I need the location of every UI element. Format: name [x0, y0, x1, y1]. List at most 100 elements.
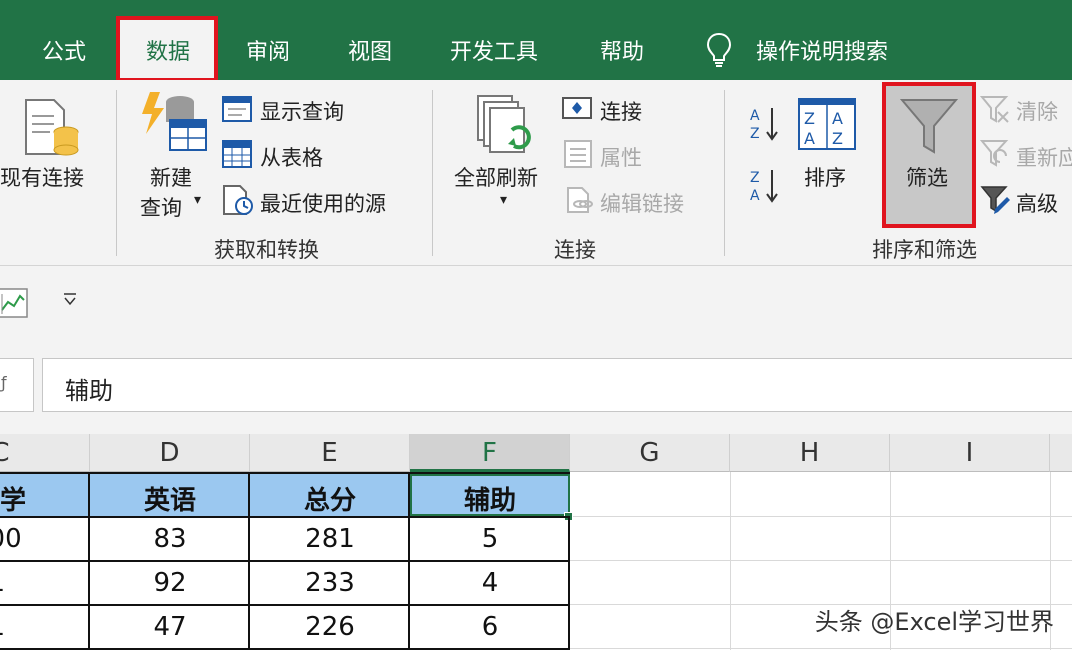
gridline [730, 472, 731, 650]
table-cell[interactable]: 81 [0, 564, 90, 604]
svg-text:Z: Z [832, 129, 843, 148]
lightbulb-icon [706, 32, 732, 67]
sort-descending-icon[interactable]: Z A [748, 166, 782, 204]
refresh-all-icon[interactable] [474, 92, 538, 160]
svg-text:A: A [804, 129, 815, 148]
column-header-f[interactable]: F [410, 434, 570, 472]
table-cell[interactable]: 92 [90, 564, 250, 604]
table-cell[interactable]: 226 [250, 608, 410, 648]
table-cell[interactable]: 100 [0, 520, 90, 560]
tell-me-search[interactable]: 操作说明搜索 [756, 34, 888, 66]
gridline [570, 560, 1072, 561]
column-header-e[interactable]: E [250, 434, 410, 472]
table-header-english[interactable]: 英语 [90, 474, 250, 516]
new-query-label-2[interactable]: 查询 [140, 192, 182, 222]
table-border [0, 560, 570, 562]
column-header-next[interactable] [1050, 434, 1072, 472]
table-cell[interactable]: 81 [0, 608, 90, 648]
new-query-label-1[interactable]: 新建 [150, 162, 192, 192]
filter-highlight-box [882, 82, 976, 228]
table-header-math[interactable]: 数学 [0, 474, 90, 516]
table-header-helper-selected[interactable]: 辅助 [410, 474, 570, 516]
svg-text:A: A [750, 188, 760, 204]
group-label-get-transform: 获取和转换 [214, 238, 319, 262]
column-header-d[interactable]: D [90, 434, 250, 472]
header-text: 数学 [0, 486, 27, 516]
column-letter: C [0, 438, 10, 468]
group-separator [432, 90, 433, 256]
from-table-button[interactable]: 从表格 [260, 142, 323, 172]
new-query-icon[interactable] [140, 90, 210, 154]
connections-button[interactable]: 连接 [600, 96, 642, 126]
table-border [0, 472, 570, 474]
sort-dialog-icon[interactable]: Z A A Z [798, 98, 856, 150]
tab-developer[interactable]: 开发工具 [450, 34, 538, 66]
customize-dropdown-icon[interactable] [62, 292, 78, 306]
gridline [570, 516, 1072, 517]
table-border [0, 516, 570, 518]
svg-text:Z: Z [804, 109, 815, 128]
existing-connections-icon[interactable] [20, 96, 84, 160]
existing-connections-button[interactable]: 现有连接 [0, 162, 84, 192]
table-cell[interactable]: 5 [410, 520, 570, 560]
reapply-icon [980, 140, 1009, 167]
gridline [570, 648, 1072, 649]
formula-bar-area: ƒ 辅助 [0, 344, 1072, 434]
sort-button[interactable]: 排序 [804, 162, 846, 192]
svg-text:A: A [750, 108, 760, 124]
table-border [0, 604, 570, 606]
column-header-g[interactable]: G [570, 434, 730, 472]
table-cell[interactable]: 281 [250, 520, 410, 560]
chevron-down-icon[interactable]: ▾ [500, 192, 507, 208]
group-separator [724, 90, 725, 256]
table-border [88, 472, 90, 650]
chart-thumbnail-icon[interactable] [0, 288, 28, 318]
properties-icon [564, 140, 592, 168]
fx-icon[interactable]: ƒ [1, 373, 7, 392]
table-cell[interactable]: 233 [250, 564, 410, 604]
column-header-c[interactable]: C [0, 434, 90, 472]
table-border [568, 516, 570, 650]
show-queries-button[interactable]: 显示查询 [260, 96, 344, 126]
chevron-down-icon[interactable]: ▾ [194, 192, 201, 208]
table-header-total[interactable]: 总分 [250, 474, 410, 516]
group-separator [116, 90, 117, 256]
clear-filter-icon [980, 96, 1009, 123]
refresh-all-button[interactable]: 全部刷新 [454, 162, 538, 192]
formula-input[interactable]: 辅助 [42, 358, 1072, 412]
show-queries-icon[interactable] [222, 96, 252, 122]
advanced-button[interactable]: 高级 [1016, 188, 1058, 218]
column-header-i[interactable]: I [890, 434, 1050, 472]
sort-ascending-icon[interactable]: A Z [748, 104, 782, 142]
tab-view[interactable]: 视图 [348, 34, 392, 66]
group-label-sort-filter: 排序和筛选 [872, 238, 977, 262]
cell-text: 81 [0, 612, 5, 642]
connections-icon[interactable] [562, 96, 592, 122]
recent-sources-button[interactable]: 最近使用的源 [260, 188, 386, 218]
cell-text: 81 [0, 568, 5, 598]
svg-text:Z: Z [750, 126, 760, 142]
table-cell[interactable]: 4 [410, 564, 570, 604]
group-label-connections: 连接 [554, 238, 596, 262]
name-box[interactable]: ƒ [0, 358, 34, 412]
tab-review[interactable]: 审阅 [246, 34, 290, 66]
quick-access-toolbar [0, 266, 1072, 344]
cell-text: 100 [0, 524, 22, 554]
svg-text:Z: Z [750, 170, 760, 186]
advanced-filter-icon[interactable] [980, 184, 1012, 216]
properties-button: 属性 [600, 146, 642, 170]
column-header-h[interactable]: H [730, 434, 890, 472]
table-grid-icon[interactable] [222, 140, 252, 168]
table-cell[interactable]: 83 [90, 520, 250, 560]
watermark: 头条 @Excel学习世界 [814, 608, 1054, 636]
table-border [248, 472, 250, 650]
table-cell[interactable]: 47 [90, 608, 250, 648]
edit-links-button: 编辑链接 [600, 192, 684, 216]
table-cell[interactable]: 6 [410, 608, 570, 648]
tab-highlight-box [116, 16, 218, 82]
clear-button: 清除 [1016, 100, 1058, 124]
recent-sources-icon[interactable] [222, 184, 254, 216]
tab-formulas[interactable]: 公式 [42, 34, 86, 66]
tab-help[interactable]: 帮助 [600, 34, 644, 66]
edit-links-icon [567, 187, 593, 213]
